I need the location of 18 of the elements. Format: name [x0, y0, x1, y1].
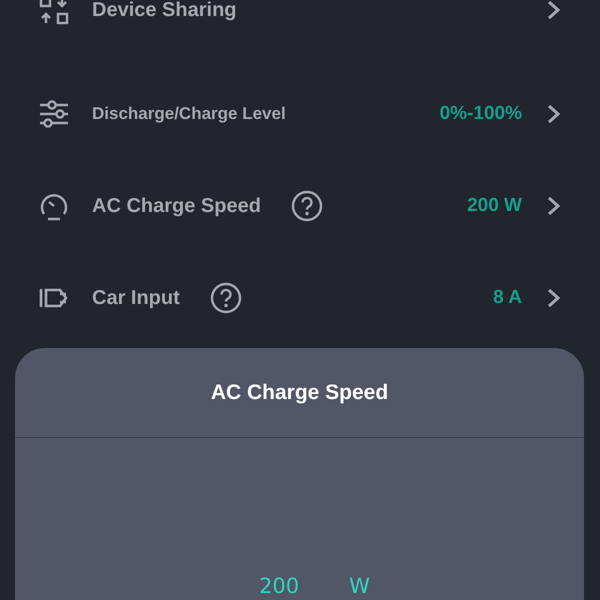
chevron-right-icon[interactable] — [546, 287, 562, 309]
chevron-right-icon[interactable] — [546, 0, 562, 21]
chevron-right-icon[interactable] — [546, 195, 562, 217]
chevron-right-icon[interactable] — [546, 103, 562, 125]
picker-unit: W — [349, 573, 370, 600]
help-icon[interactable] — [210, 282, 242, 314]
help-icon[interactable] — [290, 190, 323, 222]
setting-value: 8 A — [493, 286, 522, 310]
sheet-title: AC Charge Speed — [210, 380, 388, 406]
setting-label: Car Input — [92, 286, 180, 311]
setting-label: AC Charge Speed — [92, 194, 261, 219]
setting-label: Device Sharing — [92, 0, 237, 23]
share-icon — [38, 0, 70, 26]
picker-value[interactable]: 200 — [259, 571, 300, 600]
setting-value: 200 W — [467, 194, 522, 218]
setting-value: 0%-100% — [440, 102, 522, 126]
sliders-icon — [38, 98, 70, 130]
setting-label: Discharge/Charge Level — [92, 103, 286, 126]
